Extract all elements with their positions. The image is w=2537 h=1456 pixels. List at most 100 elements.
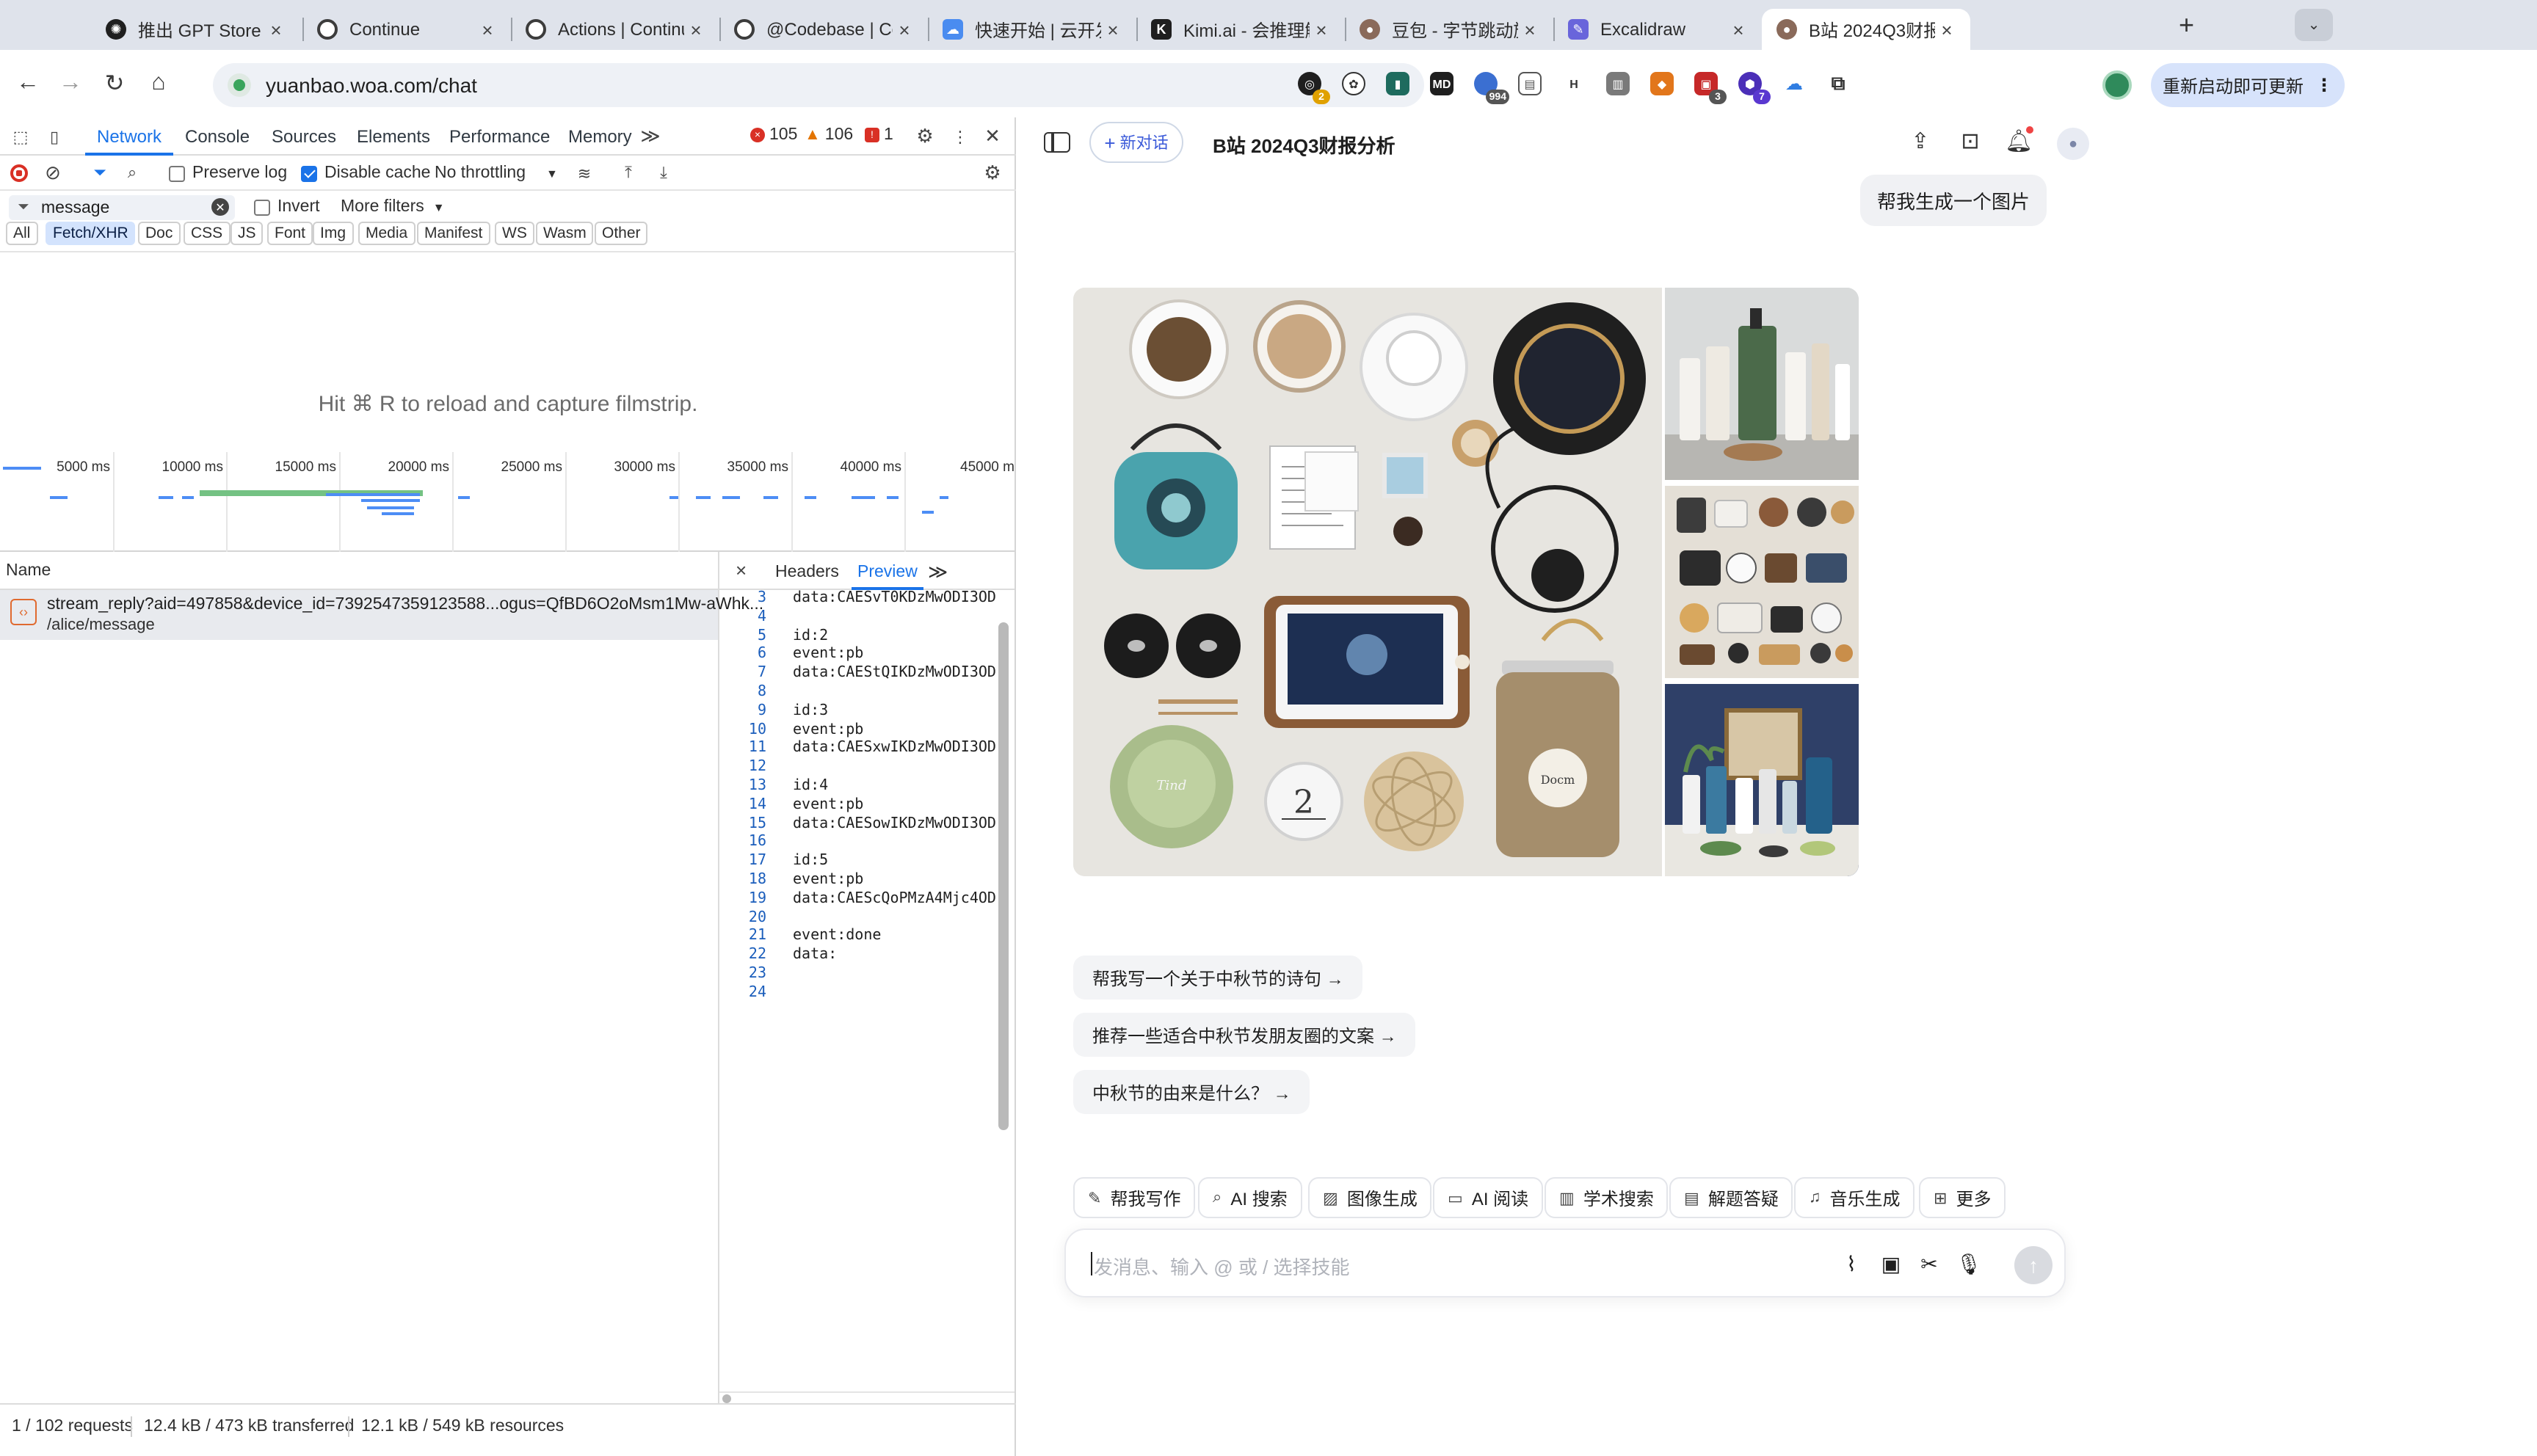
- bookmark-icon[interactable]: ⊡: [1956, 126, 1985, 156]
- extension-icon[interactable]: ▥: [1606, 72, 1630, 95]
- tab-sources[interactable]: Sources: [272, 117, 336, 156]
- extension-icon[interactable]: MD: [1430, 72, 1453, 95]
- scissors-icon[interactable]: ✂: [1914, 1249, 1944, 1278]
- extensions-puzzle-icon[interactable]: ⧉: [1826, 72, 1850, 95]
- search-icon[interactable]: ⌕: [122, 163, 142, 183]
- inspect-element-icon[interactable]: ⬚: [10, 126, 31, 147]
- tab-elements[interactable]: Elements: [357, 117, 430, 156]
- address-bar[interactable]: yuanbao.woa.com/chat: [213, 63, 1424, 107]
- update-browser-button[interactable]: 重新启动即可更新 ⋮: [2151, 63, 2345, 107]
- suggested-prompt[interactable]: 中秋节的由来是什么？ →: [1073, 1070, 1310, 1114]
- extension-icon[interactable]: 994: [1474, 72, 1509, 104]
- extension-icon[interactable]: ⬢ 7: [1738, 72, 1771, 104]
- tab-headers[interactable]: Headers: [775, 552, 839, 590]
- browser-tab[interactable]: ● 豆包 - 字节跳动旗 ×: [1345, 9, 1553, 50]
- close-tab-icon[interactable]: ×: [684, 18, 708, 40]
- close-devtools-icon[interactable]: ✕: [982, 125, 1003, 147]
- tab-memory[interactable]: Memory: [568, 117, 632, 156]
- tab-performance[interactable]: Performance: [449, 117, 550, 156]
- home-icon[interactable]: ⌂: [141, 66, 176, 101]
- type-filter-chip[interactable]: Font: [267, 222, 313, 245]
- browser-tab[interactable]: K Kimi.ai - 会推理解 ×: [1136, 9, 1345, 50]
- invert-checkbox[interactable]: Invert: [254, 198, 320, 216]
- type-filter-chip[interactable]: WS: [495, 222, 534, 245]
- close-tab-icon[interactable]: ×: [264, 18, 288, 40]
- extension-icon[interactable]: ▣ 3: [1694, 72, 1727, 104]
- forward-icon[interactable]: →: [53, 66, 88, 101]
- type-filter-chip[interactable]: Wasm: [536, 222, 594, 245]
- settings-gear-icon[interactable]: ⚙: [915, 125, 935, 147]
- extension-icon[interactable]: ☁: [1782, 72, 1806, 95]
- close-detail-icon[interactable]: ×: [736, 559, 747, 581]
- more-tabs-icon[interactable]: ≫: [928, 552, 948, 590]
- browser-tab[interactable]: Continue ×: [302, 9, 511, 50]
- name-column-header[interactable]: Name: [0, 552, 719, 590]
- site-info-icon[interactable]: [228, 73, 251, 97]
- sidebar-toggle-icon[interactable]: [1044, 132, 1070, 153]
- error-counter[interactable]: × 105: [750, 126, 797, 144]
- skill-academic-button[interactable]: ▥ 学术搜索: [1545, 1177, 1669, 1218]
- clear-filter-icon[interactable]: ✕: [211, 198, 229, 216]
- reload-icon[interactable]: ↻: [97, 66, 132, 101]
- skill-more-button[interactable]: ⊞ 更多: [1919, 1177, 2006, 1218]
- close-tab-icon[interactable]: ×: [1518, 18, 1542, 40]
- import-har-icon[interactable]: ⤒: [618, 163, 639, 183]
- notification-bell-icon[interactable]: 🔔︎: [2004, 126, 2033, 156]
- filter-funnel-icon[interactable]: ⏷: [90, 163, 110, 183]
- throttling-select[interactable]: No throttling ▼: [435, 164, 558, 182]
- type-filter-chip[interactable]: Manifest: [417, 222, 490, 245]
- extension-icon[interactable]: ◆: [1650, 72, 1674, 95]
- network-settings-icon[interactable]: ⚙: [982, 161, 1003, 183]
- send-button[interactable]: ↑: [2014, 1246, 2053, 1284]
- tab-network[interactable]: Network: [85, 117, 174, 156]
- close-tab-icon[interactable]: ×: [1101, 18, 1125, 40]
- extension-icon[interactable]: ▮: [1386, 72, 1409, 95]
- table-row[interactable]: ‹› stream_reply?aid=497858&device_id=739…: [0, 590, 763, 640]
- scroll-thumb[interactable]: [722, 1394, 731, 1403]
- skill-writing-button[interactable]: ✎ 帮我写作: [1073, 1177, 1196, 1218]
- issues-counter[interactable]: ! 1: [865, 126, 893, 144]
- type-filter-chip[interactable]: CSS: [184, 222, 231, 245]
- suggested-prompt[interactable]: 推荐一些适合中秋节发朋友圈的文案 →: [1073, 1013, 1416, 1057]
- export-har-icon[interactable]: ⤓: [653, 163, 674, 183]
- close-tab-icon[interactable]: ×: [476, 18, 499, 40]
- browser-tab[interactable]: ✺ 推出 GPT Store | C ×: [91, 9, 300, 50]
- more-tabs-icon[interactable]: ≫: [640, 125, 661, 147]
- skill-image-button[interactable]: ▨ 图像生成: [1308, 1177, 1432, 1218]
- extension-icon[interactable]: ▤: [1518, 72, 1542, 95]
- back-icon[interactable]: ←: [10, 66, 46, 101]
- tab-preview[interactable]: Preview: [852, 552, 923, 590]
- browser-tab-active[interactable]: ● B站 2024Q3财报分 ×: [1762, 9, 1970, 50]
- disable-cache-checkbox[interactable]: Disable cache: [301, 164, 430, 182]
- preserve-log-checkbox[interactable]: Preserve log: [169, 164, 287, 182]
- new-chat-button[interactable]: + 新对话: [1089, 122, 1183, 163]
- type-filter-chip[interactable]: Other: [595, 222, 648, 245]
- skill-music-button[interactable]: ♫ 音乐生成: [1794, 1177, 1915, 1218]
- generated-image-main[interactable]: Tind 2 Docm: [1073, 288, 1662, 876]
- vertical-scrollbar[interactable]: [998, 622, 1009, 1130]
- horizontal-scrollbar[interactable]: [719, 1391, 1015, 1403]
- more-filters-dropdown[interactable]: More filters ▼: [341, 198, 445, 216]
- clear-icon[interactable]: ⊘: [43, 161, 63, 183]
- warning-counter[interactable]: ▲ 106: [805, 126, 853, 144]
- filter-input[interactable]: ⏷ message ✕: [9, 195, 235, 220]
- network-timeline[interactable]: 5000 ms 10000 ms 15000 ms 20000 ms 25000 ms 3…: [0, 452, 1019, 552]
- browser-tab[interactable]: ✎ Excalidraw ×: [1553, 9, 1762, 50]
- message-composer[interactable]: 发消息、输入 @ 或 / 选择技能 ⌇ ▣ ✂ 🎙︎ ↑: [1064, 1228, 2066, 1297]
- new-tab-button[interactable]: +: [2179, 10, 2194, 41]
- share-icon[interactable]: ⇪: [1906, 126, 1935, 156]
- skill-search-button[interactable]: ⌕ AI 搜索: [1198, 1177, 1302, 1218]
- close-tab-icon[interactable]: ×: [893, 18, 916, 40]
- browser-tab[interactable]: Actions | Continu ×: [511, 9, 719, 50]
- generated-image-thumb[interactable]: [1665, 684, 1859, 876]
- skill-solver-button[interactable]: ▤ 解题答疑: [1669, 1177, 1793, 1218]
- type-filter-chip[interactable]: All: [6, 222, 38, 245]
- generated-image-thumb[interactable]: [1665, 288, 1859, 480]
- close-tab-icon[interactable]: ×: [1935, 18, 1959, 40]
- attachment-paperclip-icon[interactable]: ⌇: [1837, 1249, 1866, 1278]
- microphone-icon[interactable]: 🎙︎: [1954, 1249, 1983, 1278]
- network-conditions-icon[interactable]: ≋: [574, 163, 595, 183]
- extension-icon[interactable]: ◎ 2: [1298, 72, 1330, 104]
- close-tab-icon[interactable]: ×: [1727, 18, 1750, 40]
- type-filter-chip[interactable]: Fetch/XHR: [46, 222, 136, 245]
